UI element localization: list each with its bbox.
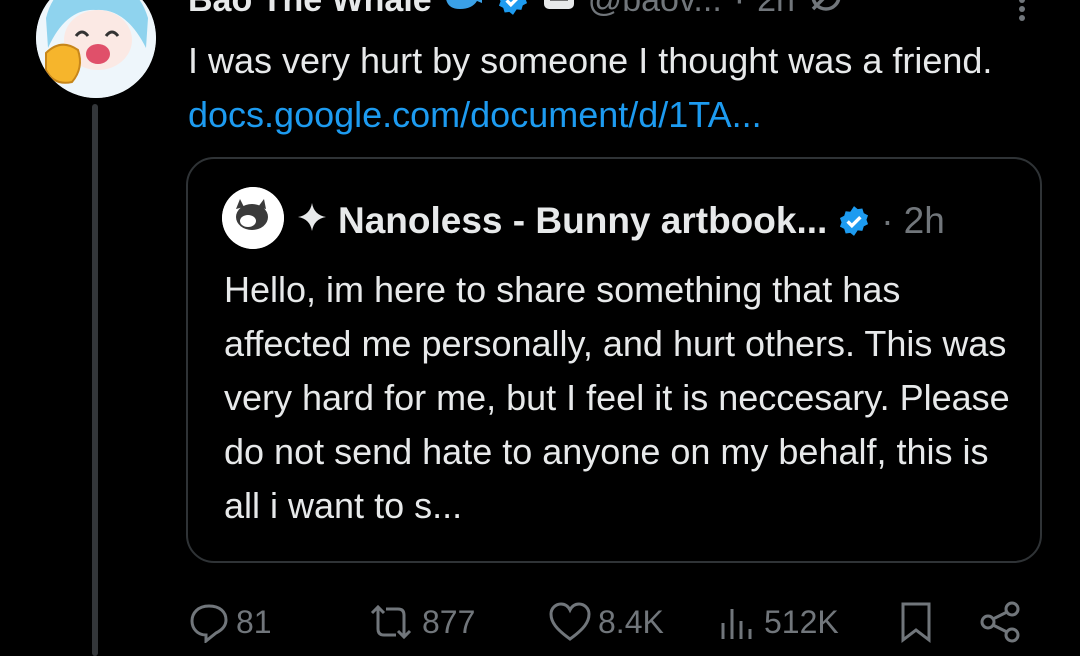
bookmark-icon xyxy=(901,602,931,644)
share-button[interactable] xyxy=(978,594,1022,650)
repost-icon xyxy=(370,604,412,640)
more-options-icon[interactable] xyxy=(1010,0,1034,21)
whale-icon xyxy=(444,0,484,20)
quoted-author-name[interactable]: Nanoless - Bunny artbook... xyxy=(338,200,827,242)
sparkle-icon xyxy=(296,200,328,242)
reply-count: 81 xyxy=(236,603,272,640)
views-count: 512K xyxy=(764,603,839,640)
repost-button[interactable]: 877 xyxy=(366,594,475,650)
action-bar: 81 877 8.4K 512K xyxy=(0,594,1080,650)
post-time[interactable]: 2h xyxy=(757,0,795,20)
reply-icon xyxy=(190,604,228,643)
verified-badge-icon xyxy=(496,0,530,17)
quoted-verified-badge-icon xyxy=(837,204,871,238)
like-count: 8.4K xyxy=(598,603,664,640)
post-link[interactable]: docs.google.com/document/d/1TA... xyxy=(188,94,762,135)
quoted-separator-dot: · xyxy=(881,200,894,241)
bookmark-button[interactable] xyxy=(898,594,934,650)
quoted-post-text: Hello, im here to share something that h… xyxy=(224,269,1010,526)
share-icon xyxy=(980,601,1020,643)
quoted-post-header: Nanoless - Bunny artbook... · 2h xyxy=(296,195,945,247)
author-name[interactable]: Bao The Whale xyxy=(188,0,432,20)
heart-icon xyxy=(549,602,591,641)
views-chart-icon xyxy=(721,609,752,639)
quoted-author-avatar[interactable] xyxy=(222,187,284,249)
thread-line xyxy=(92,104,98,656)
like-button[interactable]: 8.4K xyxy=(548,594,664,650)
reply-button[interactable]: 81 xyxy=(188,594,272,650)
quoted-post-card[interactable]: Nanoless - Bunny artbook... · 2h Hello, … xyxy=(186,157,1042,563)
grok-icon[interactable] xyxy=(807,0,845,22)
author-handle[interactable]: @baov... xyxy=(588,0,722,20)
post-header: Bao The Whale @baov... · 2h xyxy=(188,0,845,22)
quoted-post-time[interactable]: 2h xyxy=(904,200,945,242)
affiliate-badge-icon xyxy=(542,0,576,20)
post-body: I was very hurt by someone I thought was… xyxy=(188,40,993,81)
author-avatar[interactable] xyxy=(36,0,156,98)
repost-count: 877 xyxy=(422,603,476,640)
views-button[interactable]: 512K xyxy=(718,594,839,650)
quoted-avatar-image xyxy=(222,187,284,249)
separator-dot: · xyxy=(734,0,745,20)
post-text: I was very hurt by someone I thought was… xyxy=(188,34,1048,142)
avatar-image xyxy=(36,0,156,98)
